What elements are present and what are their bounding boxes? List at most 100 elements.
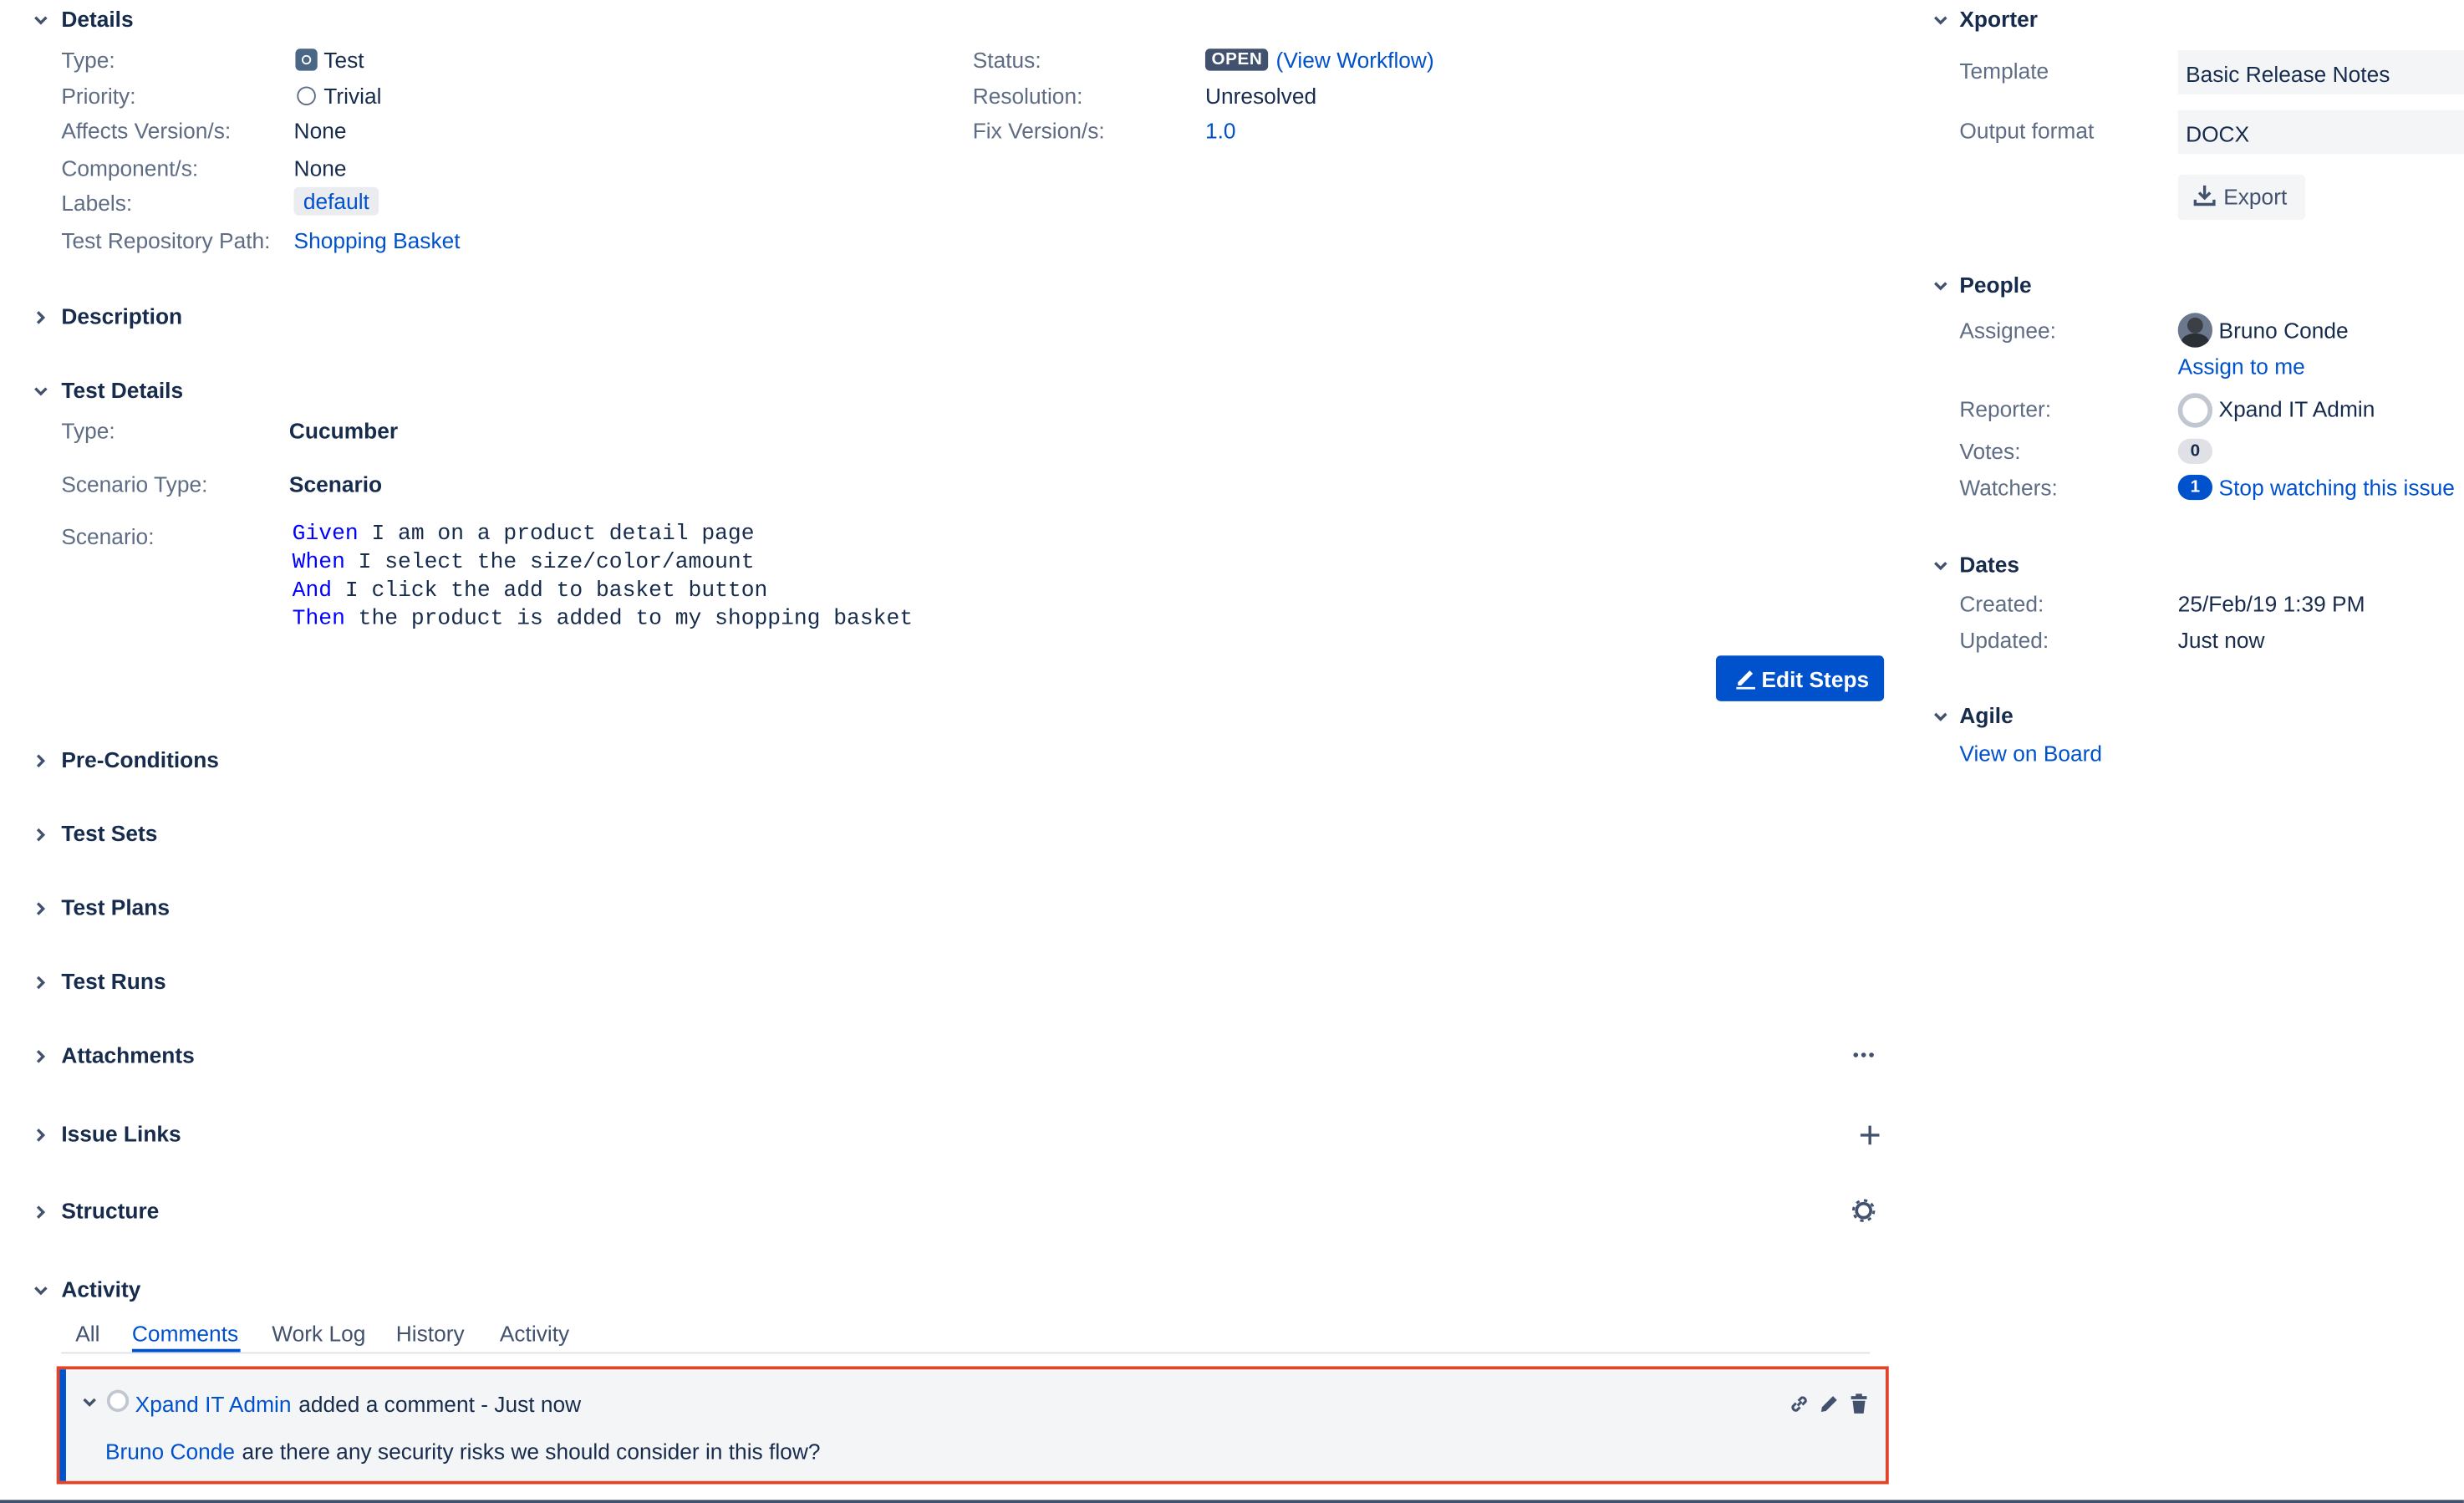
created-value: 25/Feb/19 1:39 PM [2177, 591, 2365, 617]
tab-history[interactable]: History [396, 1321, 465, 1346]
mention-link[interactable]: Bruno Conde [105, 1439, 235, 1464]
preconditions-heading[interactable]: Pre-Conditions [61, 746, 219, 772]
chevron-down-icon[interactable] [33, 384, 48, 400]
components-label: Component/s: [61, 155, 199, 181]
test-details-heading[interactable]: Test Details [61, 377, 183, 402]
chevron-down-icon[interactable] [1932, 13, 1948, 28]
edit-steps-button[interactable]: Edit Steps [1715, 655, 1885, 701]
description-heading[interactable]: Description [61, 303, 182, 329]
gherkin-step: the product is added to my shopping bask… [344, 606, 914, 633]
scenario-type-value: Scenario [288, 471, 383, 497]
tab-all[interactable]: All [75, 1321, 99, 1346]
structure-heading[interactable]: Structure [61, 1198, 159, 1223]
pencil-icon [1733, 665, 1759, 695]
stop-watching-link[interactable]: Stop watching this issue [2219, 475, 2455, 500]
repo-path-label: Test Repository Path: [61, 227, 271, 253]
scenario-label: Scenario: [61, 523, 155, 549]
output-format-value: DOCX [2186, 120, 2250, 146]
updated-value: Just now [2177, 627, 2265, 653]
chevron-right-icon[interactable] [33, 1048, 48, 1064]
created-label: Created: [1959, 591, 2044, 617]
gherkin-step: I select the size/color/amount [344, 550, 755, 576]
chevron-right-icon[interactable] [33, 753, 48, 769]
test-sets-heading[interactable]: Test Sets [61, 821, 157, 846]
comment-body: are there any security risks we should c… [242, 1438, 821, 1465]
test-type-label: Type: [61, 418, 115, 444]
gherkin-step: I click the add to basket button [332, 578, 768, 604]
type-value: Test [323, 47, 364, 73]
template-select[interactable]: Basic Release Notes [2177, 50, 2464, 94]
assign-to-me-link[interactable]: Assign to me [2178, 354, 2305, 379]
chevron-right-icon[interactable] [33, 901, 48, 917]
chevron-right-icon[interactable] [33, 1205, 48, 1220]
details-heading[interactable]: Details [61, 7, 133, 32]
chevron-right-icon[interactable] [33, 1128, 48, 1144]
scenario-line: Then the product is added to my shopping… [293, 605, 913, 634]
permalink-icon[interactable] [1787, 1392, 1812, 1422]
repo-path-link[interactable]: Shopping Basket [294, 228, 461, 253]
dates-heading[interactable]: Dates [1959, 552, 2019, 577]
agile-heading[interactable]: Agile [1959, 703, 2013, 728]
tab-activity[interactable]: Activity [500, 1321, 569, 1346]
fix-version-link[interactable]: 1.0 [1205, 118, 1236, 143]
template-value: Basic Release Notes [2186, 61, 2390, 87]
chevron-right-icon[interactable] [33, 975, 48, 991]
test-plans-heading[interactable]: Test Plans [61, 894, 170, 920]
priority-label: Priority: [61, 83, 136, 109]
chevron-down-icon[interactable] [1932, 558, 1948, 574]
people-heading[interactable]: People [1959, 272, 2031, 297]
download-icon [2192, 182, 2217, 212]
add-link-icon[interactable] [1859, 1124, 1881, 1151]
scenario-type-label: Scenario Type: [61, 471, 208, 497]
watchers-badge: 1 [2177, 475, 2213, 501]
view-on-board-link[interactable]: View on Board [1959, 741, 2102, 766]
components-value: None [293, 155, 347, 181]
bottom-edge-line [0, 1500, 2464, 1503]
template-label: Template [1959, 58, 2049, 84]
comment-author-link[interactable]: Xpand IT Admin [135, 1392, 292, 1417]
export-button[interactable]: Export [2177, 174, 2305, 221]
gherkin-keyword: Given [292, 522, 359, 548]
activity-heading[interactable]: Activity [61, 1276, 140, 1302]
votes-badge[interactable]: 0 [2177, 438, 2213, 464]
chevron-down-icon[interactable] [33, 1283, 48, 1299]
more-options-icon[interactable] [1851, 1044, 1876, 1071]
affects-version-label: Affects Version/s: [61, 118, 232, 144]
trivial-priority-icon [297, 86, 316, 106]
label-tag-default[interactable]: default [293, 186, 379, 216]
chevron-down-icon[interactable] [82, 1394, 98, 1410]
tab-comments[interactable]: Comments [132, 1321, 238, 1346]
chevron-right-icon[interactable] [33, 827, 48, 843]
gear-icon[interactable] [1851, 1198, 1876, 1228]
tab-work-log[interactable]: Work Log [272, 1321, 365, 1346]
assignee-label: Assignee: [1959, 317, 2056, 344]
scenario-code-block: Given I am on a product detail page When… [293, 521, 913, 634]
chevron-down-icon[interactable] [1932, 709, 1948, 725]
delete-comment-icon[interactable] [1846, 1392, 1871, 1422]
xporter-heading[interactable]: Xporter [1959, 7, 2038, 32]
chevron-right-icon[interactable] [33, 310, 48, 326]
fix-version-label: Fix Version/s: [972, 118, 1105, 144]
updated-label: Updated: [1959, 627, 2049, 653]
chevron-down-icon[interactable] [1932, 278, 1948, 294]
votes-label: Votes: [1959, 438, 2021, 464]
comment-highlight-box: Xpand IT Admin added a comment - Just no… [56, 1366, 1889, 1485]
export-label: Export [2223, 184, 2288, 210]
resolution-label: Resolution: [972, 83, 1083, 109]
scenario-line: When I select the size/color/amount [293, 548, 913, 577]
output-format-label: Output format [1959, 118, 2095, 144]
attachments-heading[interactable]: Attachments [61, 1042, 194, 1067]
output-format-select[interactable]: DOCX [2177, 110, 2464, 155]
view-workflow-link[interactable]: (View Workflow) [1276, 47, 1434, 72]
labels-label: Labels: [61, 190, 133, 216]
edit-comment-icon[interactable] [1816, 1392, 1841, 1422]
issue-links-heading[interactable]: Issue Links [61, 1121, 181, 1146]
test-runs-heading[interactable]: Test Runs [61, 969, 165, 994]
chevron-down-icon[interactable] [33, 13, 48, 28]
assignee-name: Bruno Conde [2218, 317, 2349, 344]
comment-action-text: added a comment - Just now [298, 1391, 582, 1417]
type-label: Type: [61, 47, 115, 73]
status-lozenge: OPEN [1204, 48, 1269, 71]
avatar [106, 1389, 130, 1412]
avatar [2177, 393, 2213, 428]
